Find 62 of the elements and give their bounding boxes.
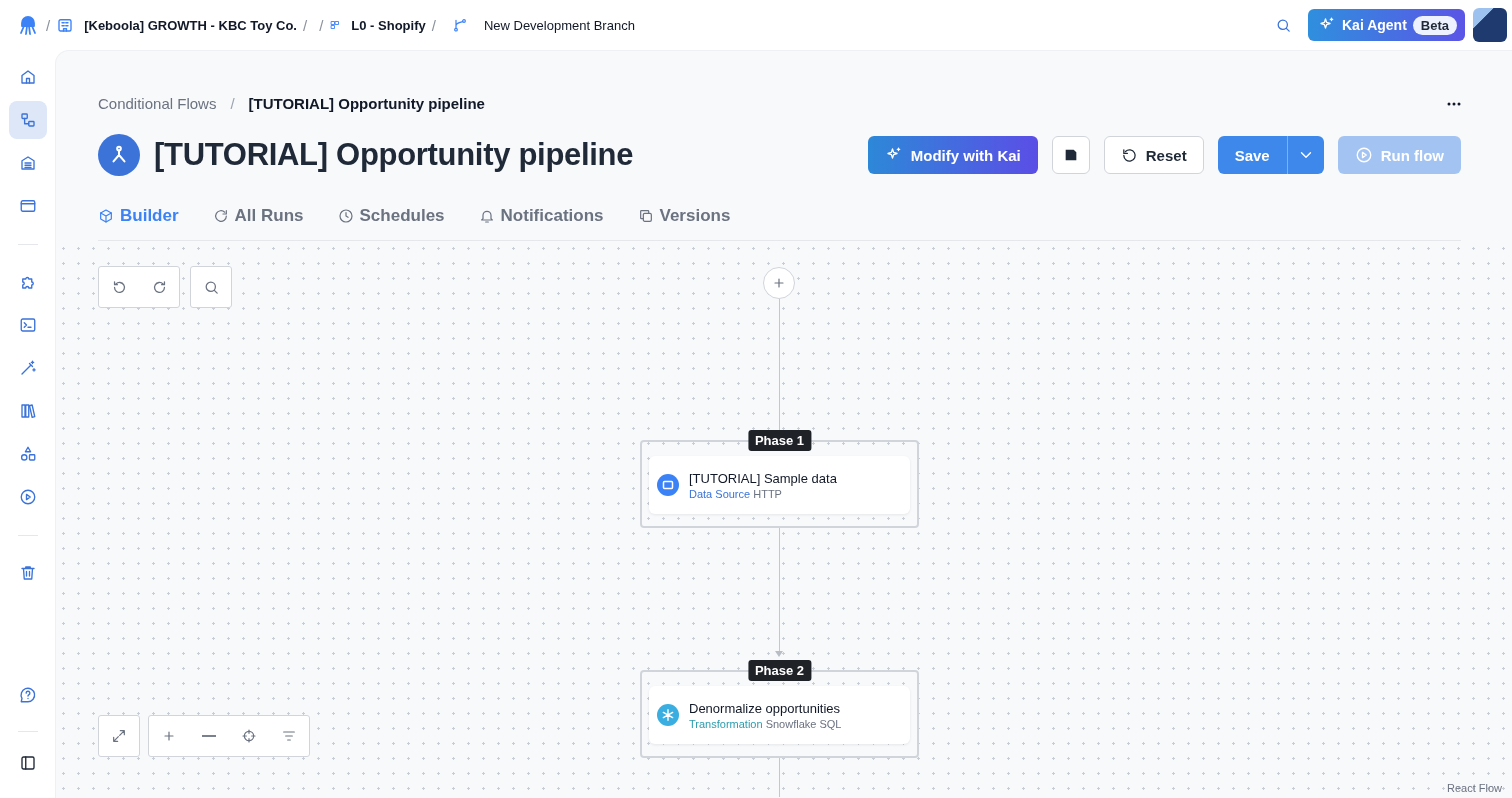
breadcrumb-separator: / (302, 16, 308, 34)
task-name: [TUTORIAL] Sample data (689, 470, 837, 486)
sidebar-item[interactable] (8, 101, 47, 139)
more-icon[interactable] (1447, 101, 1461, 106)
avatar[interactable] (1473, 8, 1507, 42)
save-button[interactable]: Save (1217, 136, 1287, 174)
breadcrumb-separator: / (431, 16, 436, 34)
breadcrumb-separator: / (319, 16, 324, 34)
trash-icon (18, 564, 37, 582)
cube-icon (98, 208, 114, 224)
task-card[interactable]: Denormalize opportunities Transformation Snowflake SQL (649, 686, 910, 744)
terminal-icon (18, 316, 37, 334)
minus-icon (202, 735, 216, 737)
refresh-icon (212, 208, 229, 224)
task-type: Data Source HTTP (689, 487, 783, 500)
save-draft-button[interactable] (1051, 136, 1090, 174)
lines-icon (281, 728, 297, 744)
shapes-icon (18, 445, 37, 463)
kai-agent-button[interactable]: Kai Agent Beta (1308, 9, 1465, 41)
window-icon (657, 474, 679, 496)
window-icon (18, 197, 37, 215)
breadcrumb-separator: / (46, 16, 51, 34)
clock-icon (337, 208, 354, 224)
tab[interactable]: Schedules (337, 206, 445, 226)
books-icon (18, 402, 37, 420)
tab[interactable]: Versions (637, 206, 731, 226)
tab[interactable]: All Runs (212, 206, 304, 226)
reset-button[interactable]: Reset (1103, 136, 1204, 174)
breadcrumb-current: [TUTORIAL] Opportunity pipeline (248, 95, 485, 112)
copy-icon (637, 208, 654, 224)
modify-with-kai-button[interactable]: Modify with Kai (867, 136, 1038, 174)
snowflake-icon (657, 704, 679, 726)
task-name: Denormalize opportunities (689, 700, 842, 716)
phase-label: Phase 1 (747, 430, 812, 451)
tab[interactable]: Notifications (478, 206, 604, 226)
task-card[interactable]: [TUTORIAL] Sample data Data Source HTTP (649, 456, 910, 514)
play-circle-icon (18, 488, 37, 506)
page-title: [TUTORIAL] Opportunity pipeline (154, 137, 634, 173)
storage-icon (18, 154, 37, 172)
breadcrumb-separator: / (230, 95, 235, 112)
phase-label: Phase 2 (747, 660, 812, 681)
save-options-button[interactable] (1286, 136, 1324, 174)
task-type: Transformation Snowflake SQL (689, 717, 842, 730)
attribution-link[interactable]: React Flow (1446, 782, 1502, 794)
play-circle-icon (1354, 146, 1373, 164)
branch-icon (451, 17, 468, 33)
expand-icon (111, 728, 127, 744)
add-phase-button[interactable] (763, 267, 795, 299)
breadcrumb-link[interactable]: [Keboola] GROWTH - KBC Toy Co. (84, 17, 297, 33)
home-icon (18, 68, 37, 86)
tab[interactable]: Builder (98, 206, 179, 226)
breadcrumb-link[interactable]: L0 - Shopify (351, 17, 426, 33)
breadcrumb-link[interactable]: Conditional Flows (98, 95, 217, 112)
breadcrumb-link[interactable]: New Development Branch (483, 17, 635, 33)
crosshair-icon (241, 728, 257, 744)
bell-icon (478, 208, 495, 224)
grid-icon (329, 19, 342, 31)
beta-badge: Beta (1412, 15, 1457, 35)
building-icon (56, 16, 75, 34)
flow-icon (98, 134, 140, 176)
undo-icon (1120, 146, 1138, 164)
flow-icon (18, 111, 37, 129)
